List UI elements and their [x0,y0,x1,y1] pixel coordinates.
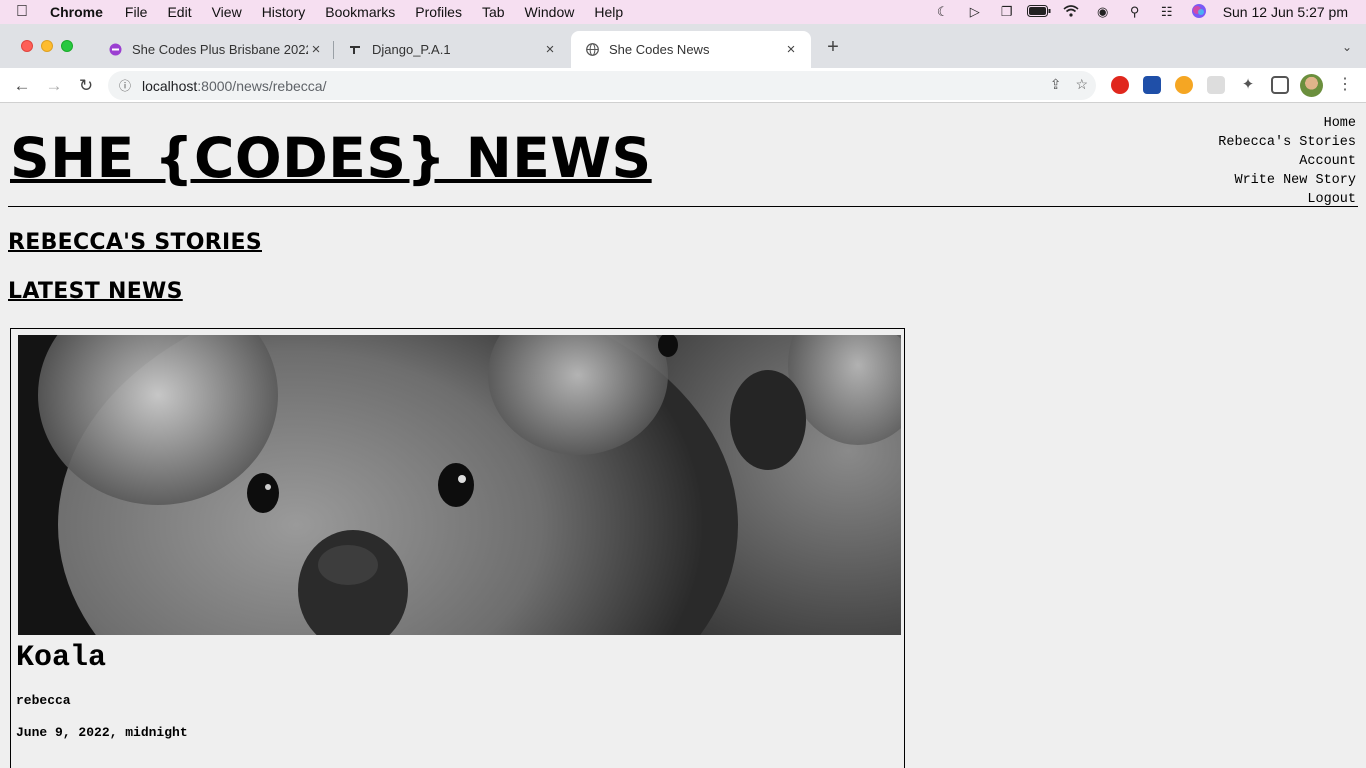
profile-avatar[interactable] [1300,74,1323,97]
menubar-clock[interactable]: Sun 12 Jun 5:27 pm [1215,4,1366,20]
story-image[interactable] [18,335,901,635]
forward-button[interactable]: → [42,74,66,98]
nav-write-story-link[interactable]: Write New Story [1218,171,1356,190]
menu-history[interactable]: History [252,4,316,20]
header-divider [8,206,1358,207]
tab-she-codes-news[interactable]: She Codes News × [571,31,811,68]
tab-she-codes-plus[interactable]: She Codes Plus Brisbane 2022 × [94,31,336,68]
web-page: SHE {CODES} NEWS Home Rebecca's Stories … [0,104,1366,768]
latest-news-heading[interactable]: LATEST NEWS [8,279,183,304]
globe-icon [585,43,599,57]
more-menu-icon[interactable]: ⋮ [1336,76,1354,94]
story-date: June 9, 2022, midnight [16,725,188,740]
menu-view[interactable]: View [202,4,252,20]
apple-logo-icon[interactable]:  [0,3,44,21]
menu-help[interactable]: Help [584,4,633,20]
window-controls [21,40,73,52]
story-card[interactable]: Koala rebecca June 9, 2022, midnight [10,328,905,768]
screens-icon[interactable]: ❐ [991,4,1023,20]
site-info-icon[interactable]: ⓘ [108,77,142,94]
share-icon[interactable]: ⇪ [1050,76,1062,93]
bookmark-star-icon[interactable]: ☆ [1075,76,1088,93]
control-center-icon[interactable]: ☷ [1151,4,1183,20]
new-tab-button[interactable]: + [822,36,844,62]
url-host: localhost [142,77,198,94]
tab-title: Django_P.A.1 [372,42,451,57]
reader-extension-icon[interactable] [1143,76,1161,94]
tab-title: She Codes Plus Brisbane 2022 [132,42,308,57]
minimize-window-button[interactable] [41,40,53,52]
menu-app-chrome[interactable]: Chrome [44,4,115,20]
reload-button[interactable]: ↻ [74,74,98,98]
browser-toolbar: ← → ↻ ⓘ localhost:8000/news/rebecca/ ⇪ ☆… [0,68,1366,103]
battery-icon[interactable] [1023,4,1055,20]
address-bar[interactable]: ⓘ localhost:8000/news/rebecca/ ⇪ ☆ [108,71,1096,100]
browser-tab-strip: She Codes Plus Brisbane 2022 × Django_P.… [0,24,1366,68]
tab-title: She Codes News [609,42,710,57]
menu-window[interactable]: Window [515,4,585,20]
menu-tab[interactable]: Tab [472,4,515,20]
menu-profiles[interactable]: Profiles [405,4,472,20]
user-stories-heading[interactable]: REBECCA'S STORIES [8,230,262,255]
nav-account-link[interactable]: Account [1218,152,1356,171]
close-tab-icon[interactable]: × [783,41,799,58]
tab-search-chevron-icon[interactable]: ⌄ [1342,40,1352,54]
back-button[interactable]: ← [10,74,34,98]
story-title[interactable]: Koala [16,641,106,675]
nav-my-stories-link[interactable]: Rebecca's Stories [1218,133,1356,152]
story-author: rebecca [16,693,71,708]
play-circle-icon[interactable]: ▷ [959,4,991,20]
side-panel-icon[interactable] [1271,76,1289,94]
site-nav: Home Rebecca's Stories Account Write New… [1218,114,1356,209]
wifi-icon[interactable] [1055,4,1087,20]
site-title-link[interactable]: SHE {CODES} NEWS [10,126,652,190]
menu-bookmarks[interactable]: Bookmarks [315,4,405,20]
menu-file[interactable]: File [115,4,158,20]
notion-icon [348,43,362,57]
close-window-button[interactable] [21,40,33,52]
nav-home-link[interactable]: Home [1218,114,1356,133]
extensions-puzzle-icon[interactable]: ✦ [1239,76,1257,94]
blank-extension-icon[interactable] [1207,76,1225,94]
url-path: :8000/news/rebecca/ [197,77,327,94]
purple-circle-icon [108,43,122,57]
moon-icon[interactable]: ☾ [927,4,959,20]
menu-edit[interactable]: Edit [157,4,201,20]
fullscreen-window-button[interactable] [61,40,73,52]
tab-django[interactable]: Django_P.A.1 × [334,31,570,68]
macos-menubar:  Chrome File Edit View History Bookmark… [0,0,1366,24]
user-circle-icon[interactable]: ◉ [1087,4,1119,20]
spotlight-search-icon[interactable]: ⚲ [1119,4,1151,20]
honey-extension-icon[interactable] [1175,76,1193,94]
siri-icon[interactable] [1183,3,1215,21]
close-tab-icon[interactable]: × [542,41,558,58]
close-tab-icon[interactable]: × [308,41,324,58]
opera-extension-icon[interactable] [1111,76,1129,94]
